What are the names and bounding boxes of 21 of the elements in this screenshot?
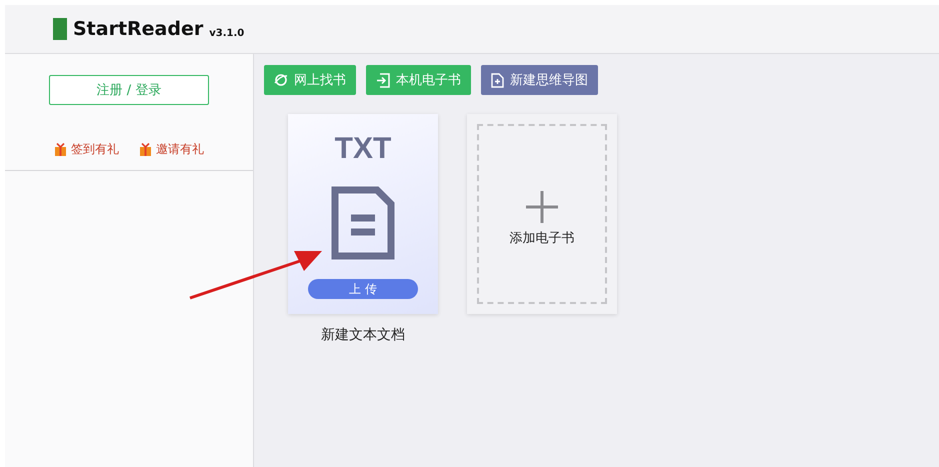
plus-icon xyxy=(526,191,558,223)
new-file-icon xyxy=(491,72,504,88)
login-button[interactable]: 注册 / 登录 xyxy=(49,75,209,105)
format-label: TXT xyxy=(334,132,392,166)
book-title: 新建文本文档 xyxy=(321,326,405,344)
reward-link[interactable]: 邀请有礼 xyxy=(139,140,204,158)
add-ebook-button[interactable]: 添加电子书 xyxy=(477,124,607,304)
upload-button[interactable]: 上 传 xyxy=(308,279,418,299)
toolbar-button[interactable]: 本机电子书 xyxy=(366,65,471,95)
gift-icon xyxy=(54,142,67,156)
document-icon xyxy=(331,186,395,260)
toolbar-button[interactable]: 新建思维导图 xyxy=(481,65,598,95)
app-version: v3.1.0 xyxy=(209,28,244,38)
gift-icon xyxy=(139,142,152,156)
toolbar-button[interactable]: 网上找书 xyxy=(264,65,356,95)
browser-icon xyxy=(274,73,288,87)
book-card[interactable]: TXT 上 传 xyxy=(288,114,438,314)
reward-link[interactable]: 签到有礼 xyxy=(54,140,119,158)
import-icon xyxy=(376,72,390,88)
logo-icon xyxy=(53,18,67,40)
app-name: StartReader xyxy=(73,18,204,40)
